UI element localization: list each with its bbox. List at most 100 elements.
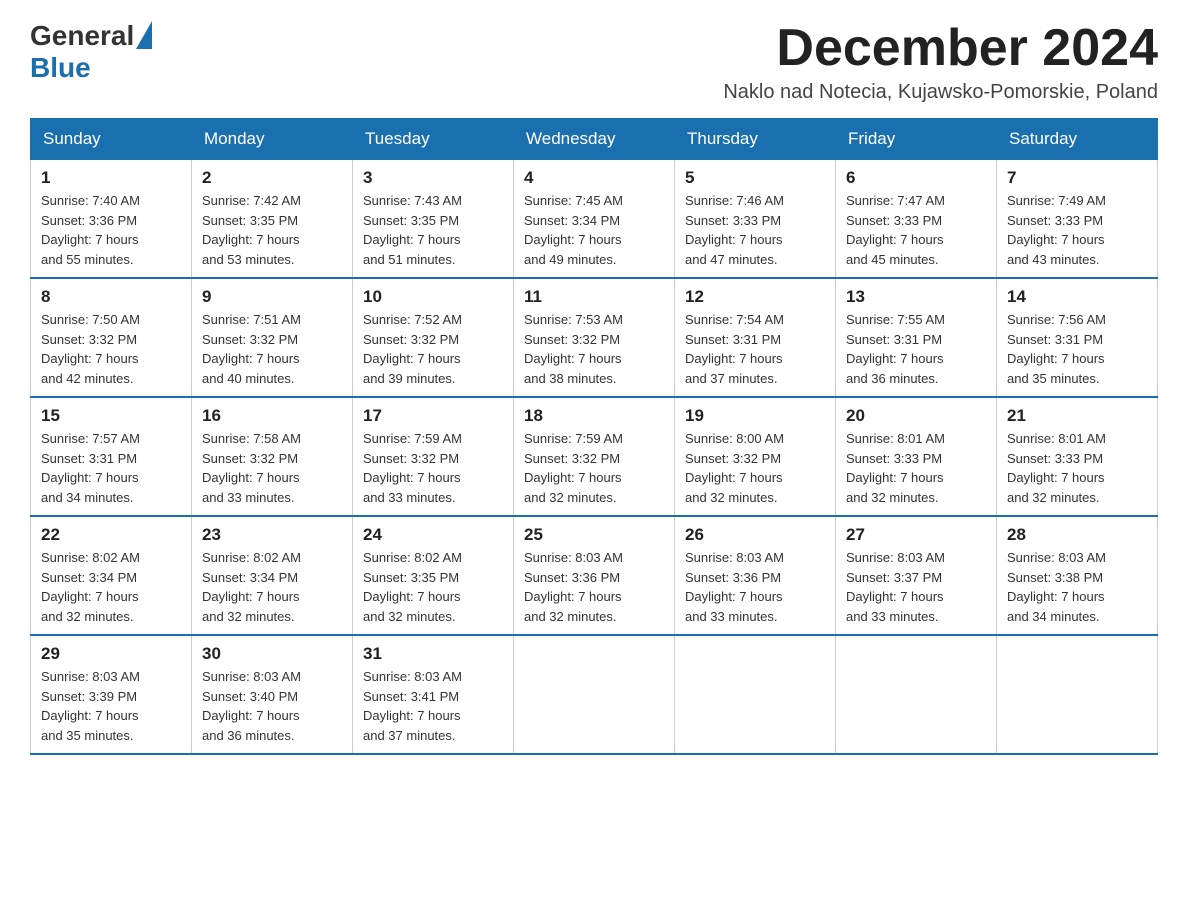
day-info: Sunrise: 7:59 AM Sunset: 3:32 PM Dayligh… bbox=[524, 429, 664, 507]
calendar-cell: 14 Sunrise: 7:56 AM Sunset: 3:31 PM Dayl… bbox=[997, 278, 1158, 397]
day-info: Sunrise: 8:01 AM Sunset: 3:33 PM Dayligh… bbox=[846, 429, 986, 507]
day-info: Sunrise: 7:47 AM Sunset: 3:33 PM Dayligh… bbox=[846, 191, 986, 269]
calendar-cell: 20 Sunrise: 8:01 AM Sunset: 3:33 PM Dayl… bbox=[836, 397, 997, 516]
weekday-header-tuesday: Tuesday bbox=[353, 119, 514, 160]
calendar-cell bbox=[997, 635, 1158, 754]
calendar-cell: 21 Sunrise: 8:01 AM Sunset: 3:33 PM Dayl… bbox=[997, 397, 1158, 516]
day-info: Sunrise: 8:03 AM Sunset: 3:38 PM Dayligh… bbox=[1007, 548, 1147, 626]
calendar-cell: 23 Sunrise: 8:02 AM Sunset: 3:34 PM Dayl… bbox=[192, 516, 353, 635]
calendar-cell: 16 Sunrise: 7:58 AM Sunset: 3:32 PM Dayl… bbox=[192, 397, 353, 516]
calendar-cell: 26 Sunrise: 8:03 AM Sunset: 3:36 PM Dayl… bbox=[675, 516, 836, 635]
day-number: 14 bbox=[1007, 287, 1147, 307]
day-info: Sunrise: 8:01 AM Sunset: 3:33 PM Dayligh… bbox=[1007, 429, 1147, 507]
day-number: 21 bbox=[1007, 406, 1147, 426]
day-number: 29 bbox=[41, 644, 181, 664]
calendar-cell: 17 Sunrise: 7:59 AM Sunset: 3:32 PM Dayl… bbox=[353, 397, 514, 516]
logo-blue-text: Blue bbox=[30, 52, 91, 84]
calendar-cell: 13 Sunrise: 7:55 AM Sunset: 3:31 PM Dayl… bbox=[836, 278, 997, 397]
week-row-5: 29 Sunrise: 8:03 AM Sunset: 3:39 PM Dayl… bbox=[31, 635, 1158, 754]
day-number: 6 bbox=[846, 168, 986, 188]
day-info: Sunrise: 7:52 AM Sunset: 3:32 PM Dayligh… bbox=[363, 310, 503, 388]
day-number: 27 bbox=[846, 525, 986, 545]
day-info: Sunrise: 7:45 AM Sunset: 3:34 PM Dayligh… bbox=[524, 191, 664, 269]
week-row-4: 22 Sunrise: 8:02 AM Sunset: 3:34 PM Dayl… bbox=[31, 516, 1158, 635]
calendar-cell: 10 Sunrise: 7:52 AM Sunset: 3:32 PM Dayl… bbox=[353, 278, 514, 397]
calendar-cell: 15 Sunrise: 7:57 AM Sunset: 3:31 PM Dayl… bbox=[31, 397, 192, 516]
calendar-cell bbox=[836, 635, 997, 754]
day-number: 9 bbox=[202, 287, 342, 307]
day-info: Sunrise: 7:43 AM Sunset: 3:35 PM Dayligh… bbox=[363, 191, 503, 269]
day-number: 4 bbox=[524, 168, 664, 188]
calendar-cell: 25 Sunrise: 8:03 AM Sunset: 3:36 PM Dayl… bbox=[514, 516, 675, 635]
weekday-header-sunday: Sunday bbox=[31, 119, 192, 160]
day-info: Sunrise: 8:03 AM Sunset: 3:36 PM Dayligh… bbox=[685, 548, 825, 626]
logo-general-text: General bbox=[30, 20, 134, 52]
day-number: 12 bbox=[685, 287, 825, 307]
weekday-header-thursday: Thursday bbox=[675, 119, 836, 160]
calendar-cell: 19 Sunrise: 8:00 AM Sunset: 3:32 PM Dayl… bbox=[675, 397, 836, 516]
calendar-cell: 3 Sunrise: 7:43 AM Sunset: 3:35 PM Dayli… bbox=[353, 160, 514, 279]
calendar-cell: 4 Sunrise: 7:45 AM Sunset: 3:34 PM Dayli… bbox=[514, 160, 675, 279]
day-number: 18 bbox=[524, 406, 664, 426]
day-number: 8 bbox=[41, 287, 181, 307]
weekday-header-saturday: Saturday bbox=[997, 119, 1158, 160]
day-number: 31 bbox=[363, 644, 503, 664]
day-number: 1 bbox=[41, 168, 181, 188]
day-number: 22 bbox=[41, 525, 181, 545]
logo: General Blue bbox=[30, 20, 152, 84]
month-title: December 2024 bbox=[723, 20, 1158, 77]
calendar-table: SundayMondayTuesdayWednesdayThursdayFrid… bbox=[30, 118, 1158, 755]
day-number: 16 bbox=[202, 406, 342, 426]
day-info: Sunrise: 8:02 AM Sunset: 3:34 PM Dayligh… bbox=[202, 548, 342, 626]
calendar-cell: 2 Sunrise: 7:42 AM Sunset: 3:35 PM Dayli… bbox=[192, 160, 353, 279]
day-info: Sunrise: 7:50 AM Sunset: 3:32 PM Dayligh… bbox=[41, 310, 181, 388]
location-title: Naklo nad Notecia, Kujawsko-Pomorskie, P… bbox=[723, 81, 1158, 104]
calendar-cell bbox=[675, 635, 836, 754]
calendar-cell: 28 Sunrise: 8:03 AM Sunset: 3:38 PM Dayl… bbox=[997, 516, 1158, 635]
day-info: Sunrise: 7:58 AM Sunset: 3:32 PM Dayligh… bbox=[202, 429, 342, 507]
day-number: 24 bbox=[363, 525, 503, 545]
day-number: 13 bbox=[846, 287, 986, 307]
calendar-cell: 12 Sunrise: 7:54 AM Sunset: 3:31 PM Dayl… bbox=[675, 278, 836, 397]
title-section: December 2024 Naklo nad Notecia, Kujawsk… bbox=[723, 20, 1158, 104]
day-number: 15 bbox=[41, 406, 181, 426]
day-info: Sunrise: 8:03 AM Sunset: 3:36 PM Dayligh… bbox=[524, 548, 664, 626]
day-number: 10 bbox=[363, 287, 503, 307]
calendar-cell: 11 Sunrise: 7:53 AM Sunset: 3:32 PM Dayl… bbox=[514, 278, 675, 397]
logo-triangle-icon bbox=[136, 21, 152, 49]
weekday-header-friday: Friday bbox=[836, 119, 997, 160]
day-number: 7 bbox=[1007, 168, 1147, 188]
day-info: Sunrise: 8:02 AM Sunset: 3:34 PM Dayligh… bbox=[41, 548, 181, 626]
weekday-header-wednesday: Wednesday bbox=[514, 119, 675, 160]
calendar-cell: 9 Sunrise: 7:51 AM Sunset: 3:32 PM Dayli… bbox=[192, 278, 353, 397]
day-number: 28 bbox=[1007, 525, 1147, 545]
day-number: 11 bbox=[524, 287, 664, 307]
calendar-cell: 31 Sunrise: 8:03 AM Sunset: 3:41 PM Dayl… bbox=[353, 635, 514, 754]
calendar-cell: 6 Sunrise: 7:47 AM Sunset: 3:33 PM Dayli… bbox=[836, 160, 997, 279]
day-info: Sunrise: 7:56 AM Sunset: 3:31 PM Dayligh… bbox=[1007, 310, 1147, 388]
day-info: Sunrise: 7:55 AM Sunset: 3:31 PM Dayligh… bbox=[846, 310, 986, 388]
week-row-2: 8 Sunrise: 7:50 AM Sunset: 3:32 PM Dayli… bbox=[31, 278, 1158, 397]
calendar-cell: 27 Sunrise: 8:03 AM Sunset: 3:37 PM Dayl… bbox=[836, 516, 997, 635]
day-number: 17 bbox=[363, 406, 503, 426]
day-number: 26 bbox=[685, 525, 825, 545]
calendar-cell: 7 Sunrise: 7:49 AM Sunset: 3:33 PM Dayli… bbox=[997, 160, 1158, 279]
day-info: Sunrise: 8:03 AM Sunset: 3:37 PM Dayligh… bbox=[846, 548, 986, 626]
day-info: Sunrise: 7:54 AM Sunset: 3:31 PM Dayligh… bbox=[685, 310, 825, 388]
page-header: General Blue December 2024 Naklo nad Not… bbox=[30, 20, 1158, 104]
day-number: 3 bbox=[363, 168, 503, 188]
day-info: Sunrise: 7:59 AM Sunset: 3:32 PM Dayligh… bbox=[363, 429, 503, 507]
week-row-1: 1 Sunrise: 7:40 AM Sunset: 3:36 PM Dayli… bbox=[31, 160, 1158, 279]
day-info: Sunrise: 7:40 AM Sunset: 3:36 PM Dayligh… bbox=[41, 191, 181, 269]
day-number: 5 bbox=[685, 168, 825, 188]
day-info: Sunrise: 7:46 AM Sunset: 3:33 PM Dayligh… bbox=[685, 191, 825, 269]
calendar-cell: 29 Sunrise: 8:03 AM Sunset: 3:39 PM Dayl… bbox=[31, 635, 192, 754]
day-info: Sunrise: 8:03 AM Sunset: 3:41 PM Dayligh… bbox=[363, 667, 503, 745]
day-info: Sunrise: 8:02 AM Sunset: 3:35 PM Dayligh… bbox=[363, 548, 503, 626]
day-number: 30 bbox=[202, 644, 342, 664]
day-info: Sunrise: 8:03 AM Sunset: 3:40 PM Dayligh… bbox=[202, 667, 342, 745]
day-info: Sunrise: 7:49 AM Sunset: 3:33 PM Dayligh… bbox=[1007, 191, 1147, 269]
calendar-cell: 18 Sunrise: 7:59 AM Sunset: 3:32 PM Dayl… bbox=[514, 397, 675, 516]
week-row-3: 15 Sunrise: 7:57 AM Sunset: 3:31 PM Dayl… bbox=[31, 397, 1158, 516]
day-info: Sunrise: 7:51 AM Sunset: 3:32 PM Dayligh… bbox=[202, 310, 342, 388]
